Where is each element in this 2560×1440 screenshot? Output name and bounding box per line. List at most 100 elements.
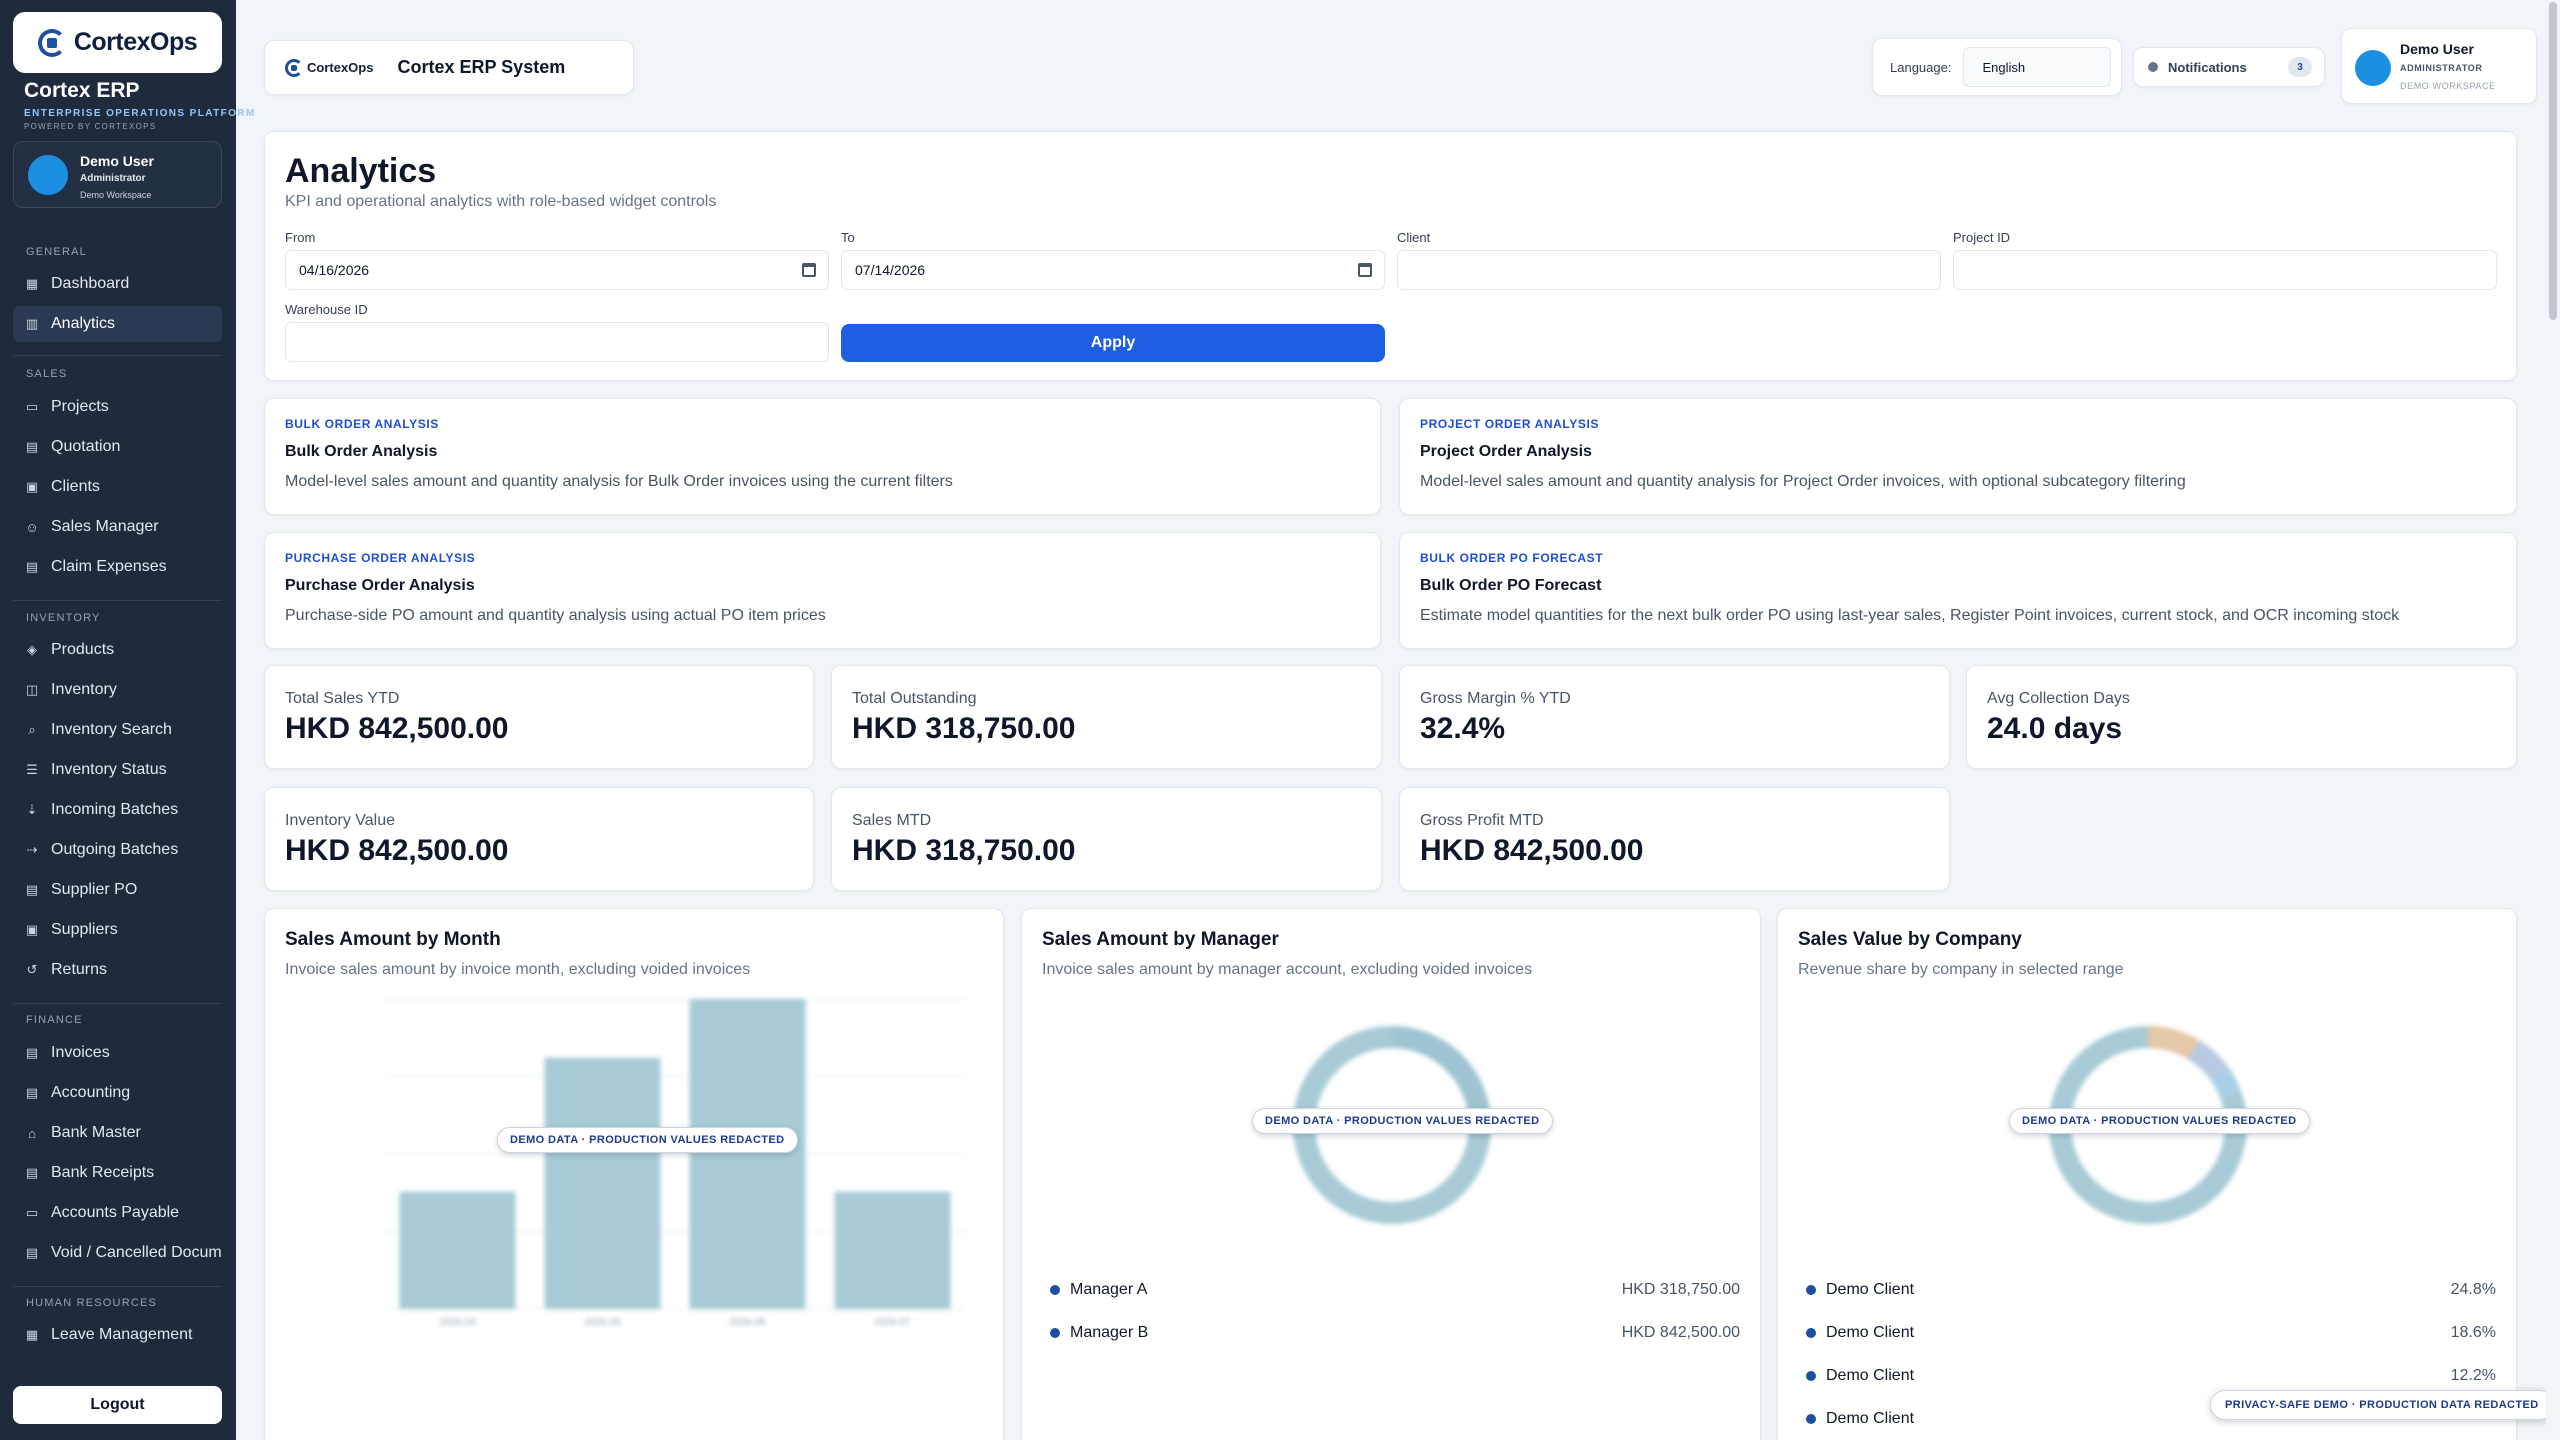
to-date-input[interactable]: 07/14/2026 <box>841 250 1385 290</box>
client-input[interactable] <box>1397 250 1941 290</box>
sidebar-item-suppliers[interactable]: ▣ Suppliers <box>13 912 222 948</box>
sidebar-item-quotation[interactable]: ▤ Quotation <box>13 429 222 465</box>
sidebar-item-leave-management[interactable]: ▦ Leave Management <box>13 1317 222 1353</box>
bar <box>399 1191 516 1309</box>
sidebar-item-accounting[interactable]: ▤ Accounting <box>13 1075 222 1111</box>
sidebar-item-bank-master[interactable]: ⌂ Bank Master <box>13 1115 222 1151</box>
sidebar-item-void-cancelled[interactable]: ▤ Void / Cancelled Docum <box>13 1235 222 1271</box>
project-id-input[interactable] <box>1953 250 2497 290</box>
sidebar-item-label: Inventory <box>51 681 117 698</box>
redaction-badge: DEMO DATA · PRODUCTION VALUES REDACTED <box>2009 1108 2310 1134</box>
sidebar-item-invoices[interactable]: ▤ Invoices <box>13 1035 222 1071</box>
chart-title: Sales Amount by Month <box>285 929 501 950</box>
sidebar-item-supplier-po[interactable]: ▤ Supplier PO <box>13 872 222 908</box>
scrollbar-thumb[interactable] <box>2549 2 2557 320</box>
sidebar-item-inventory-status[interactable]: ☰ Inventory Status <box>13 752 222 788</box>
legend-item: Demo Client 24.8% <box>1806 1279 2496 1301</box>
wallet-icon: ▭ <box>25 1205 39 1220</box>
building-icon: ▣ <box>25 479 39 494</box>
sidebar-item-label: Accounts Payable <box>51 1204 180 1221</box>
kpi-value: 24.0 days <box>1987 712 2123 745</box>
notifications-button[interactable]: Notifications 3 <box>2133 47 2325 87</box>
sidebar-item-label: Clients <box>51 478 100 495</box>
top-user-menu[interactable]: Demo User ADMINISTRATOR DEMO WORKSPACE <box>2341 28 2537 104</box>
calendar-icon: ▦ <box>25 1327 39 1342</box>
sidebar-item-analytics[interactable]: ▥ Analytics <box>13 306 222 342</box>
sidebar-item-label: Accounting <box>51 1084 131 1101</box>
sidebar-item-outgoing-batches[interactable]: ⇢ Outgoing Batches <box>13 832 222 868</box>
list-icon: ☰ <box>26 762 38 777</box>
void-document-icon: ▤ <box>25 1245 39 1260</box>
kpi-label: Inventory Value <box>285 812 395 829</box>
report-card-project-order[interactable]: PROJECT ORDER ANALYSIS Project Order Ana… <box>1399 398 2517 515</box>
sidebar-item-label: Inventory Search <box>51 721 172 738</box>
kpi-label: Sales MTD <box>852 812 932 829</box>
sidebar-item-returns[interactable]: ↺ Returns <box>13 952 222 988</box>
sidebar-item-clients[interactable]: ▣ Clients <box>13 469 222 505</box>
report-description: Model-level sales amount and quantity an… <box>285 473 953 490</box>
x-tick-label: 2026-04 <box>439 1317 476 1328</box>
chart-card-sales-by-manager: Sales Amount by Manager Invoice sales am… <box>1021 908 1761 1440</box>
legend-dot <box>1050 1328 1060 1338</box>
sidebar-item-claim-expenses[interactable]: ▤ Claim Expenses <box>13 549 222 585</box>
ledger-icon: ▤ <box>25 1085 39 1100</box>
page-scrollbar[interactable] <box>2546 0 2560 1440</box>
avatar <box>28 155 68 195</box>
report-title: Bulk Order Analysis <box>285 443 438 460</box>
sidebar-item-label: Void / Cancelled Docum <box>51 1244 222 1261</box>
logo-text: CortexOps <box>73 28 198 56</box>
sidebar-item-inventory[interactable]: ◫ Inventory <box>13 672 222 708</box>
nav-section-general: GENERAL <box>26 246 87 258</box>
legend-item: Demo Client 18.6% <box>1806 1322 2496 1344</box>
sidebar-item-sales-manager[interactable]: ☺ Sales Manager <box>13 509 222 545</box>
report-description: Purchase-side PO amount and quantity ana… <box>285 607 826 624</box>
report-kicker: BULK ORDER PO FORECAST <box>1420 551 1604 565</box>
sidebar-item-inventory-search[interactable]: ⌕ Inventory Search <box>13 712 222 748</box>
language-select[interactable]: English <box>1963 47 2112 87</box>
sidebar-item-bank-receipts[interactable]: ▤ Bank Receipts <box>13 1155 222 1191</box>
notification-dot-icon <box>2148 62 2158 72</box>
sidebar-user-card[interactable]: Demo User Administrator Demo Workspace <box>13 141 222 208</box>
bar <box>544 1057 661 1309</box>
top-user-role: ADMINISTRATOR <box>2400 63 2483 73</box>
x-tick-label: 2026-05 <box>584 1317 621 1328</box>
chart-card-sales-by-month: Sales Amount by Month Invoice sales amou… <box>264 908 1004 1440</box>
legend-value: 18.6% <box>2450 1324 2496 1341</box>
calendar-icon[interactable] <box>1358 263 1372 277</box>
top-logo[interactable]: CortexOps <box>285 58 373 77</box>
sidebar-item-projects[interactable]: ▭ Projects <box>13 389 222 425</box>
kpi-label: Gross Profit MTD <box>1420 812 1544 829</box>
calendar-icon[interactable] <box>802 263 816 277</box>
donut-slice <box>2210 1067 2242 1100</box>
sidebar-item-dashboard[interactable]: ▦ Dashboard <box>13 266 222 302</box>
to-date-value: 07/14/2026 <box>855 262 926 278</box>
kpi-card-inventory-value: Inventory Value HKD 842,500.00 <box>264 787 814 891</box>
report-card-purchase-order[interactable]: PURCHASE ORDER ANALYSIS Purchase Order A… <box>264 532 1381 649</box>
chart-title: Sales Value by Company <box>1798 929 2022 950</box>
from-date-input[interactable]: 04/16/2026 <box>285 250 829 290</box>
warehouse-id-input[interactable] <box>285 322 829 362</box>
receipt-icon: ▤ <box>25 1165 39 1180</box>
report-description: Estimate model quantities for the next b… <box>1420 607 2400 624</box>
report-card-bulk-order[interactable]: BULK ORDER ANALYSIS Bulk Order Analysis … <box>264 398 1381 515</box>
legend-value: 24.8% <box>2450 1281 2496 1298</box>
report-card-po-forecast[interactable]: BULK ORDER PO FORECAST Bulk Order PO For… <box>1399 532 2517 649</box>
brand-subtitle: ENTERPRISE OPERATIONS PLATFORM <box>24 108 256 119</box>
sidebar-item-label: Invoices <box>51 1044 110 1061</box>
redaction-badge: DEMO DATA · PRODUCTION VALUES REDACTED <box>1252 1108 1553 1134</box>
logout-button[interactable]: Logout <box>13 1386 222 1424</box>
page-subtitle: KPI and operational analytics with role-… <box>285 193 717 210</box>
apply-button[interactable]: Apply <box>841 324 1385 362</box>
box-icon: ◫ <box>25 682 39 697</box>
top-user-workspace: DEMO WORKSPACE <box>2400 81 2496 91</box>
brand-logo[interactable]: CortexOps <box>13 12 222 73</box>
sidebar-item-accounts-payable[interactable]: ▭ Accounts Payable <box>13 1195 222 1231</box>
sidebar-item-label: Projects <box>51 398 109 415</box>
avatar <box>2355 50 2391 86</box>
donut-slice <box>2147 1026 2200 1060</box>
tag-icon: ◈ <box>27 642 37 657</box>
nav-section-hr: HUMAN RESOURCES <box>26 1297 158 1309</box>
warehouse-id-label: Warehouse ID <box>285 302 368 317</box>
sidebar-item-products[interactable]: ◈ Products <box>13 632 222 668</box>
sidebar-item-incoming-batches[interactable]: ⇣ Incoming Batches <box>13 792 222 828</box>
